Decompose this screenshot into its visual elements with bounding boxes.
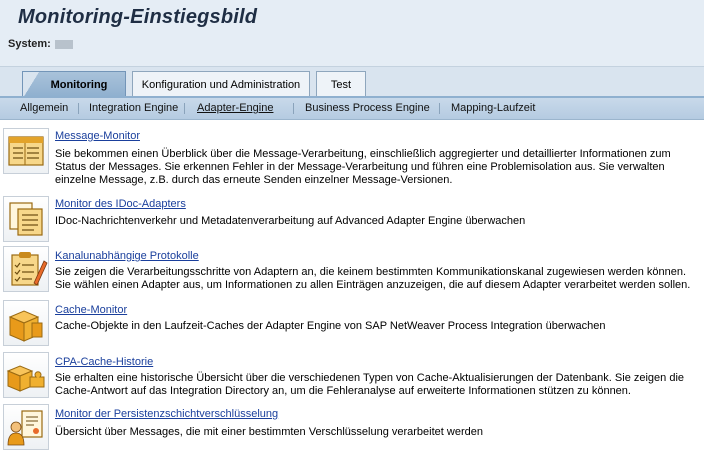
list-item: CPA-Cache-Historie Sie erhalten eine his… [0, 352, 704, 404]
puzzle-boxes-icon[interactable] [3, 352, 49, 398]
tab-konfiguration[interactable]: Konfiguration und Administration [132, 71, 310, 97]
cache-monitor-link[interactable]: Cache-Monitor [55, 304, 127, 316]
system-value [54, 39, 73, 49]
subnav-mapping-laufzeit[interactable]: Mapping-Laufzeit [451, 102, 535, 114]
entry-list: Message-Monitor Sie bekommen einen Überb… [0, 122, 704, 452]
idoc-adapter-monitor-link[interactable]: Monitor des IDoc-Adapters [55, 198, 186, 210]
tab-monitoring[interactable]: Monitoring [22, 71, 126, 98]
tab-notch [23, 72, 39, 98]
tab-test[interactable]: Test [316, 71, 366, 97]
subnav-separator [293, 103, 294, 114]
system-row: System: [8, 38, 73, 50]
checklist-pencil-icon[interactable] [3, 246, 49, 292]
table-icon[interactable] [3, 128, 49, 174]
subnav-separator [184, 103, 185, 114]
subnav-allgemein[interactable]: Allgemein [20, 102, 68, 114]
main-tabs: Monitoring Konfiguration und Administrat… [0, 66, 704, 98]
list-item: Monitor der Persistenzschichtverschlüsse… [0, 404, 704, 452]
kanal-protokolle-link[interactable]: Kanalunabhängige Protokolle [55, 250, 199, 262]
list-item: Message-Monitor Sie bekommen einen Überb… [0, 126, 704, 194]
entry-description: IDoc-Nachrichtenverkehr und Metadatenver… [55, 215, 526, 227]
message-monitor-link[interactable]: Message-Monitor [55, 130, 140, 142]
cache-boxes-icon[interactable] [3, 300, 49, 346]
subnav-separator [439, 103, 440, 114]
system-label: System: [8, 38, 51, 50]
cpa-cache-historie-link[interactable]: CPA-Cache-Historie [55, 356, 153, 368]
subnav-separator [78, 103, 79, 114]
list-item: Monitor des IDoc-Adapters IDoc-Nachricht… [0, 194, 704, 244]
documents-icon[interactable] [3, 196, 49, 242]
list-item: Cache-Monitor Cache-Objekte in den Laufz… [0, 300, 704, 350]
subnav-integration-engine[interactable]: Integration Engine [89, 102, 178, 114]
entry-description: Cache-Objekte in den Laufzeit-Caches der… [55, 320, 606, 332]
page-header: Monitoring-Einstiegsbild System: [0, 0, 704, 66]
entry-description: Sie erhalten eine historische Übersicht … [55, 372, 685, 397]
list-item: Kanalunabhängige Protokolle Sie zeigen d… [0, 246, 704, 298]
page-title: Monitoring-Einstiegsbild [18, 6, 258, 28]
subnav-business-process-engine[interactable]: Business Process Engine [305, 102, 430, 114]
entry-description: Sie zeigen die Verarbeitungsschritte von… [55, 266, 691, 291]
tab-label: Konfiguration und Administration [141, 79, 301, 91]
entry-description: Übersicht über Messages, die mit einer b… [55, 426, 483, 438]
persistenz-monitor-link[interactable]: Monitor der Persistenzschichtverschlüsse… [55, 408, 278, 420]
person-certificate-icon[interactable] [3, 404, 49, 450]
sub-navigation: Allgemein Integration Engine Adapter-Eng… [0, 96, 704, 120]
entry-description: Sie bekommen einen Überblick über die Me… [55, 148, 671, 186]
tab-label: Test [330, 79, 352, 91]
tab-label: Monitoring [50, 79, 108, 91]
subnav-adapter-engine[interactable]: Adapter-Engine [197, 102, 273, 114]
